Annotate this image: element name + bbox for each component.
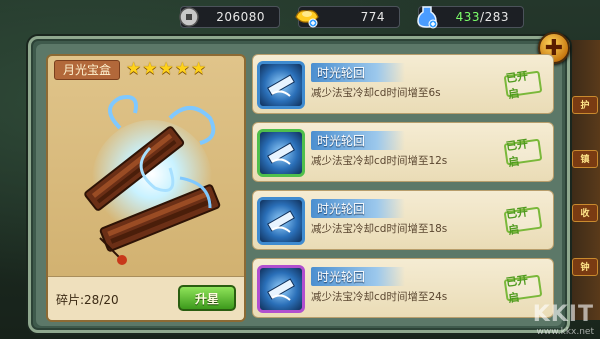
upgrade-star-button[interactable]: 升星 [178, 285, 236, 311]
skill-description: 减少法宝冷却cd时间增至12s [311, 155, 448, 167]
skill-name: 时光轮回 [311, 63, 406, 82]
star-rating: ★ ★ ★ ★ ★ [126, 59, 206, 79]
energy-max: /283 [480, 10, 509, 24]
unlocked-stamp: 已开启 [503, 69, 543, 101]
energy-current: 433 [455, 10, 481, 24]
star-icon: ★ [142, 59, 158, 79]
side-tag-2[interactable]: 镇 [572, 150, 598, 168]
side-menu-strip [570, 40, 600, 320]
treasure-name: 月光宝盒 [54, 60, 120, 80]
gold-counter: 774 [295, 6, 400, 28]
star-icon: ★ [126, 59, 142, 79]
time-cycle-icon [257, 197, 305, 245]
star-icon: ★ [174, 59, 190, 79]
skill-name: 时光轮回 [311, 267, 406, 286]
star-icon: ★ [158, 59, 174, 79]
time-cycle-icon [257, 61, 305, 109]
time-cycle-icon [257, 129, 305, 177]
skill-row[interactable]: 时光轮回 减少法宝冷却cd时间增至12s 已开启 [252, 122, 554, 182]
skill-description: 减少法宝冷却cd时间增至24s [311, 291, 448, 303]
side-tag-4[interactable]: 钟 [572, 258, 598, 276]
energy-potion-icon[interactable] [413, 3, 441, 31]
watermark-logo: KKIT [532, 302, 594, 327]
side-tag-3[interactable]: 收 [572, 204, 598, 222]
unlocked-stamp: 已开启 [503, 205, 543, 237]
unlocked-stamp: 已开启 [503, 137, 543, 169]
skill-description: 减少法宝冷却cd时间增至18s [311, 223, 448, 235]
skill-row[interactable]: 时光轮回 减少法宝冷却cd时间增至24s 已开启 [252, 258, 554, 318]
treasure-card: 月光宝盒 ★ ★ ★ ★ ★ 碎片:28/20 升星 [46, 54, 246, 322]
time-cycle-icon [257, 265, 305, 313]
shard-count: 碎片:28/20 [56, 293, 119, 307]
skill-name: 时光轮回 [311, 199, 406, 218]
side-tag-1[interactable]: 护 [572, 96, 598, 114]
skill-row[interactable]: 时光轮回 减少法宝冷却cd时间增至6s 已开启 [252, 54, 554, 114]
skill-description: 减少法宝冷却cd时间增至6s [311, 87, 441, 99]
energy-counter: 433/283 [417, 6, 524, 29]
gold-ingot-icon[interactable] [293, 3, 321, 31]
skill-name: 时光轮回 [311, 131, 406, 150]
silver-coin-icon [175, 3, 203, 31]
unlocked-stamp: 已开启 [503, 273, 543, 305]
star-icon: ★ [191, 59, 207, 79]
card-footer: 碎片:28/20 升星 [48, 276, 244, 320]
site-watermark: KKIT www.kkx.net [533, 302, 594, 337]
watermark-url: www.kkx.net [536, 327, 595, 337]
silver-counter: 206080 [179, 6, 280, 28]
skill-row[interactable]: 时光轮回 减少法宝冷却cd时间增至18s 已开启 [252, 190, 554, 250]
treasure-box-image [84, 95, 221, 265]
